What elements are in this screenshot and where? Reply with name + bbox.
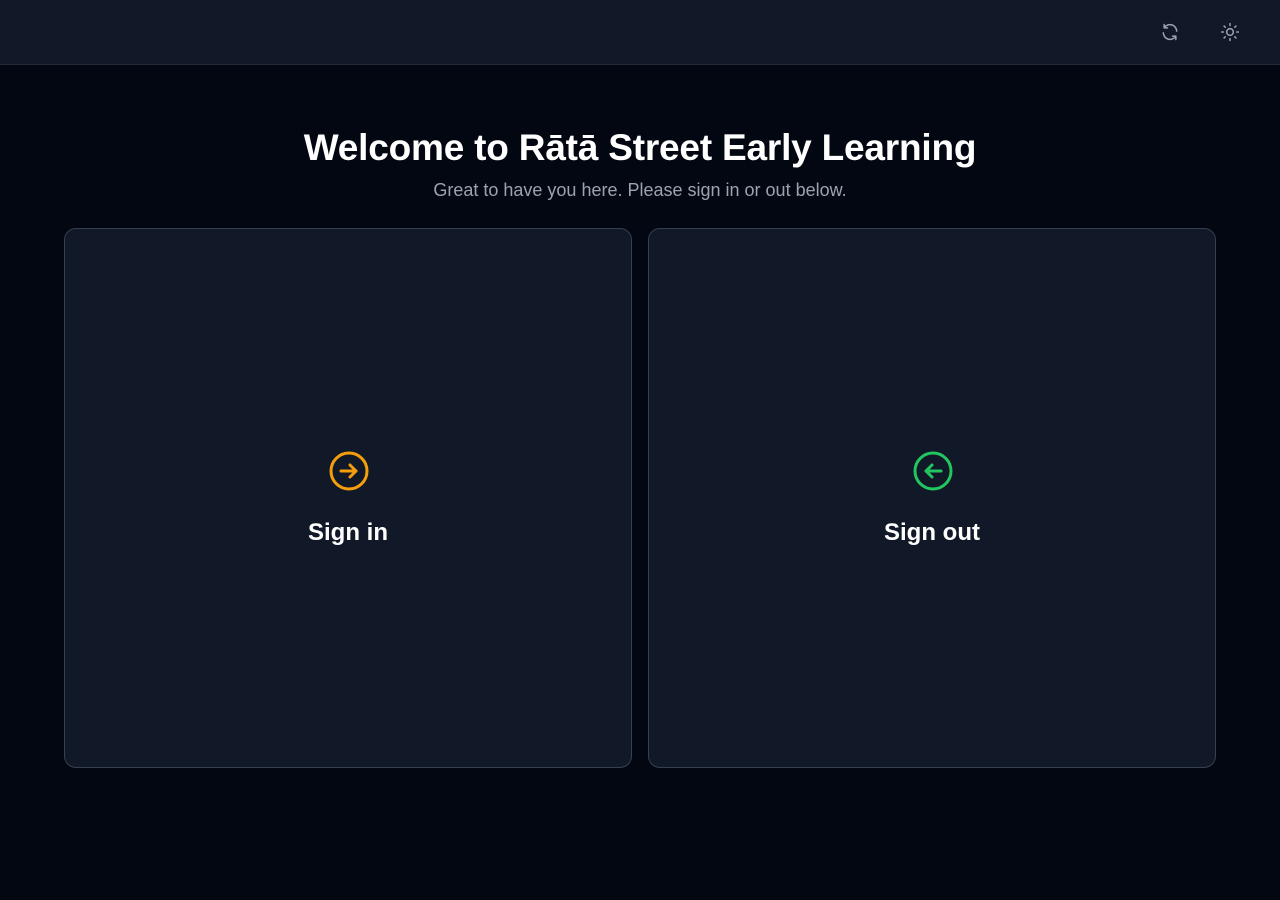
refresh-button[interactable] (1154, 16, 1186, 48)
arrow-right-circle-icon (329, 451, 369, 491)
sign-in-card[interactable]: Sign in (64, 228, 632, 768)
top-bar (0, 0, 1280, 65)
sign-in-label: Sign in (308, 519, 388, 546)
refresh-icon (1162, 23, 1178, 41)
page-title: Welcome to Rātā Street Early Learning (303, 127, 977, 168)
page-subtitle: Great to have you here. Please sign in o… (433, 180, 847, 200)
sun-icon (1220, 22, 1240, 42)
theme-toggle-button[interactable] (1214, 16, 1246, 48)
sign-out-card[interactable]: Sign out (648, 228, 1216, 768)
arrow-left-circle-icon (913, 451, 953, 491)
sign-out-label: Sign out (884, 519, 980, 546)
